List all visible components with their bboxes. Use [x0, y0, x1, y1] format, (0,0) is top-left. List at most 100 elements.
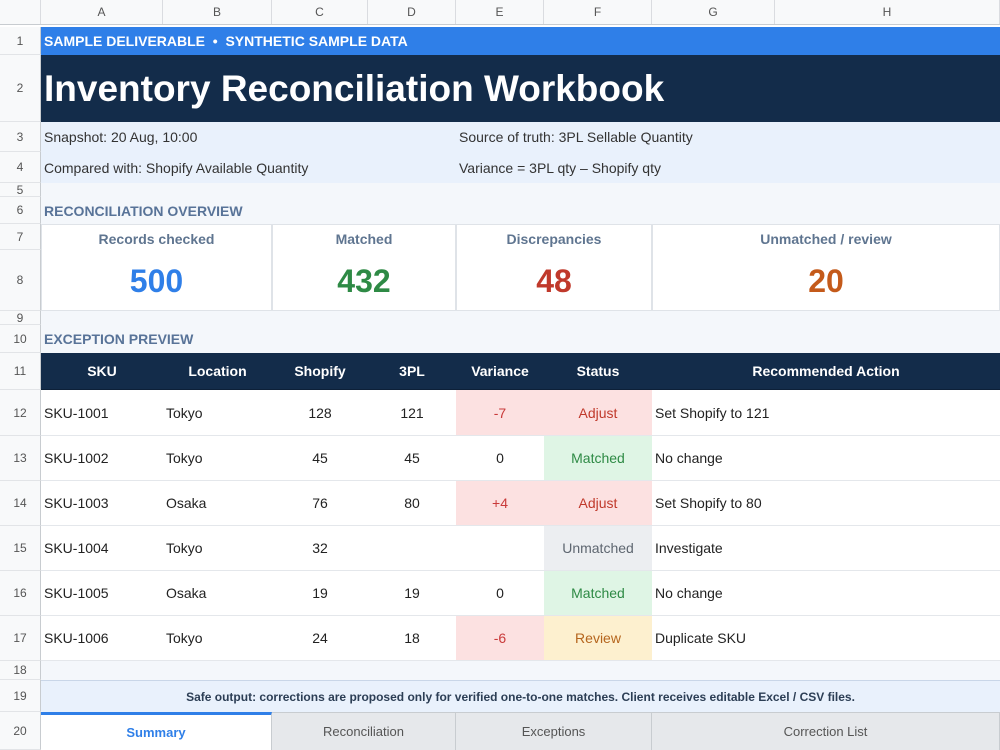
- shopify-qty-cell[interactable]: 45: [272, 436, 368, 481]
- location-cell[interactable]: Osaka: [163, 571, 272, 616]
- variance-formula-text: Variance = 3PL qty – Shopify qty: [456, 152, 1000, 183]
- row-header-10[interactable]: 10: [0, 325, 41, 353]
- spacer-row: [41, 661, 1000, 680]
- variance-cell[interactable]: 0: [456, 436, 544, 481]
- location-cell[interactable]: Tokyo: [163, 436, 272, 481]
- row-header-17[interactable]: 17: [0, 616, 41, 661]
- recommended-action-cell[interactable]: No change: [652, 436, 1000, 481]
- status-cell[interactable]: Review: [544, 616, 652, 661]
- column-header-e[interactable]: E: [456, 0, 544, 24]
- recommended-action-cell[interactable]: Set Shopify to 80: [652, 481, 1000, 526]
- status-cell[interactable]: Matched: [544, 436, 652, 481]
- header-recommended-action[interactable]: Recommended Action: [652, 353, 1000, 390]
- variance-cell[interactable]: +4: [456, 481, 544, 526]
- row-header-4[interactable]: 4: [0, 152, 41, 183]
- location-cell[interactable]: Tokyo: [163, 390, 272, 436]
- row-header-20[interactable]: 20: [0, 712, 41, 750]
- variance-cell[interactable]: [456, 526, 544, 571]
- shopify-qty-cell[interactable]: 128: [272, 390, 368, 436]
- row-header-2[interactable]: 2: [0, 55, 41, 122]
- row-header-12[interactable]: 12: [0, 390, 41, 436]
- status-cell[interactable]: Unmatched: [544, 526, 652, 571]
- status-cell[interactable]: Matched: [544, 571, 652, 616]
- location-cell[interactable]: Tokyo: [163, 526, 272, 571]
- location-cell[interactable]: Tokyo: [163, 616, 272, 661]
- recommended-action-cell[interactable]: Investigate: [652, 526, 1000, 571]
- tpl-qty-cell[interactable]: 18: [368, 616, 456, 661]
- header-variance[interactable]: Variance: [456, 353, 544, 390]
- sku-cell[interactable]: SKU-1006: [41, 616, 163, 661]
- sku-cell[interactable]: SKU-1002: [41, 436, 163, 481]
- kpi-label: Unmatched / review: [760, 231, 892, 247]
- row-header-6[interactable]: 6: [0, 197, 41, 224]
- row-header-15[interactable]: 15: [0, 526, 41, 571]
- kpi-value: 432: [337, 263, 391, 299]
- row-header-11[interactable]: 11: [0, 353, 41, 390]
- variance-cell[interactable]: 0: [456, 571, 544, 616]
- sheet-tab-exceptions[interactable]: Exceptions: [456, 712, 652, 750]
- kpi-card: Matched 432: [272, 224, 456, 311]
- sku-cell[interactable]: SKU-1001: [41, 390, 163, 436]
- row-header-18[interactable]: 18: [0, 661, 41, 680]
- location-cell[interactable]: Osaka: [163, 481, 272, 526]
- shopify-qty-cell[interactable]: 32: [272, 526, 368, 571]
- sheet-tab-summary[interactable]: Summary: [41, 712, 272, 750]
- row-header-14[interactable]: 14: [0, 481, 41, 526]
- shopify-qty-cell[interactable]: 24: [272, 616, 368, 661]
- sample-banner: SAMPLE DELIVERABLE • SYNTHETIC SAMPLE DA…: [41, 27, 1000, 55]
- snapshot-text: Snapshot: 20 Aug, 10:00: [41, 122, 456, 152]
- kpi-label: Records checked: [98, 231, 215, 247]
- row-header-19[interactable]: 19: [0, 680, 41, 712]
- kpi-card: Records checked 500: [41, 224, 272, 311]
- recommended-action-cell[interactable]: Duplicate SKU: [652, 616, 1000, 661]
- spacer-row: [41, 311, 1000, 325]
- row-header-1[interactable]: 1: [0, 27, 41, 55]
- header-3pl[interactable]: 3PL: [368, 353, 456, 390]
- header-sku[interactable]: SKU: [41, 353, 163, 390]
- row-header-7[interactable]: 7: [0, 224, 41, 250]
- tpl-qty-cell[interactable]: 45: [368, 436, 456, 481]
- variance-cell[interactable]: -6: [456, 616, 544, 661]
- tpl-qty-cell[interactable]: 80: [368, 481, 456, 526]
- status-cell[interactable]: Adjust: [544, 481, 652, 526]
- kpi-card: Unmatched / review 20: [652, 224, 1000, 311]
- kpi-value: 20: [808, 263, 844, 299]
- tpl-qty-cell[interactable]: 19: [368, 571, 456, 616]
- select-all-corner[interactable]: [0, 0, 41, 24]
- sheet-tab-reconciliation[interactable]: Reconciliation: [272, 712, 456, 750]
- row-header-16[interactable]: 16: [0, 571, 41, 616]
- row-header-3[interactable]: 3: [0, 122, 41, 152]
- sku-cell[interactable]: SKU-1003: [41, 481, 163, 526]
- column-header-a[interactable]: A: [41, 0, 163, 24]
- sku-cell[interactable]: SKU-1004: [41, 526, 163, 571]
- row-header-8[interactable]: 8: [0, 250, 41, 311]
- column-header-b[interactable]: B: [163, 0, 272, 24]
- row-header-13[interactable]: 13: [0, 436, 41, 481]
- header-shopify[interactable]: Shopify: [272, 353, 368, 390]
- kpi-label: Matched: [335, 231, 393, 247]
- tpl-qty-cell[interactable]: 121: [368, 390, 456, 436]
- shopify-qty-cell[interactable]: 76: [272, 481, 368, 526]
- variance-cell[interactable]: -7: [456, 390, 544, 436]
- recommended-action-cell[interactable]: Set Shopify to 121: [652, 390, 1000, 436]
- column-header-bar: ABCDEFGH: [0, 0, 1000, 25]
- header-status[interactable]: Status: [544, 353, 652, 390]
- spacer-row: [41, 183, 1000, 197]
- column-header-c[interactable]: C: [272, 0, 368, 24]
- row-header-9[interactable]: 9: [0, 311, 41, 325]
- sheet-tab-correction-list[interactable]: Correction List: [652, 712, 1000, 750]
- column-header-g[interactable]: G: [652, 0, 775, 24]
- recommended-action-cell[interactable]: No change: [652, 571, 1000, 616]
- column-header-h[interactable]: H: [775, 0, 1000, 24]
- tpl-qty-cell[interactable]: [368, 526, 456, 571]
- header-location[interactable]: Location: [163, 353, 272, 390]
- row-header-5[interactable]: 5: [0, 183, 41, 197]
- kpi-label: Discrepancies: [506, 231, 602, 247]
- column-header-d[interactable]: D: [368, 0, 456, 24]
- column-header-f[interactable]: F: [544, 0, 652, 24]
- section-title-overview: RECONCILIATION OVERVIEW: [41, 197, 1000, 224]
- shopify-qty-cell[interactable]: 19: [272, 571, 368, 616]
- sku-cell[interactable]: SKU-1005: [41, 571, 163, 616]
- status-cell[interactable]: Adjust: [544, 390, 652, 436]
- kpi-value: 500: [129, 263, 184, 299]
